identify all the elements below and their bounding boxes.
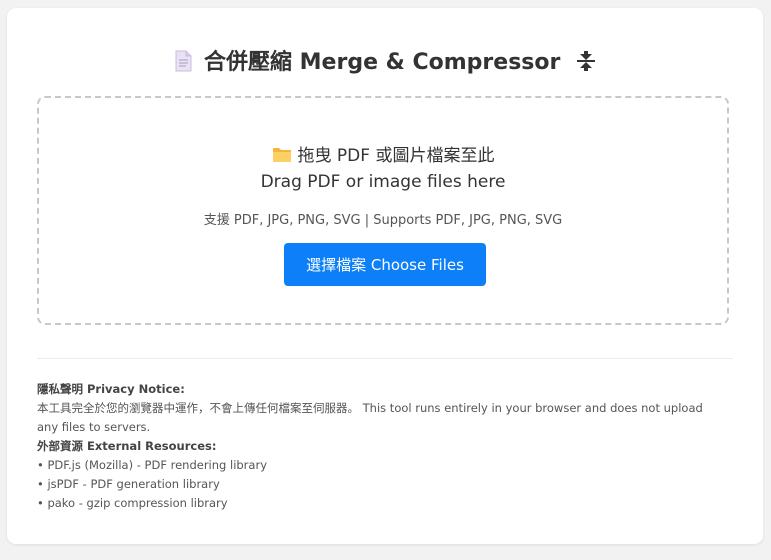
drop-heading-zh: 拖曳 PDF 或圖片檔案至此 (39, 141, 727, 166)
title-en: Merge & Compressor (299, 50, 561, 75)
footer: 隱私聲明 Privacy Notice: 本工具完全於您的瀏覽器中運作，不會上傳… (37, 380, 717, 513)
main-card: 合併壓縮 Merge & Compressor 拖曳 PDF 或圖片檔案至此 D… (7, 8, 763, 544)
privacy-title: 隱私聲明 Privacy Notice: (37, 382, 185, 396)
divider (37, 358, 733, 359)
drop-zone[interactable]: 拖曳 PDF 或圖片檔案至此 Drag PDF or image files h… (37, 96, 729, 325)
supported-formats: 支援 PDF, JPG, PNG, SVG | Supports PDF, JP… (203, 213, 563, 228)
resources-title: 外部資源 External Resources: (37, 439, 217, 453)
drop-heading-en: Drag PDF or image files here (260, 172, 506, 192)
compress-icon (576, 50, 596, 72)
resource-item-pdfjs: • PDF.js (Mozilla) - PDF rendering libra… (37, 458, 267, 472)
resource-item-jspdf: • jsPDF - PDF generation library (37, 477, 220, 491)
drop-heading-zh-text: 拖曳 PDF 或圖片檔案至此 (297, 146, 495, 166)
resource-item-pako: • pako - gzip compression library (37, 496, 228, 510)
privacy-text: 本工具完全於您的瀏覽器中運作，不會上傳任何檔案至伺服器。 This tool r… (37, 401, 703, 434)
page-title: 合併壓縮 Merge & Compressor (7, 44, 763, 76)
choose-files-button[interactable]: 選擇檔案 Choose Files (284, 243, 486, 286)
document-icon (174, 50, 192, 72)
title-zh: 合併壓縮 (203, 50, 292, 75)
folder-icon (272, 147, 292, 163)
